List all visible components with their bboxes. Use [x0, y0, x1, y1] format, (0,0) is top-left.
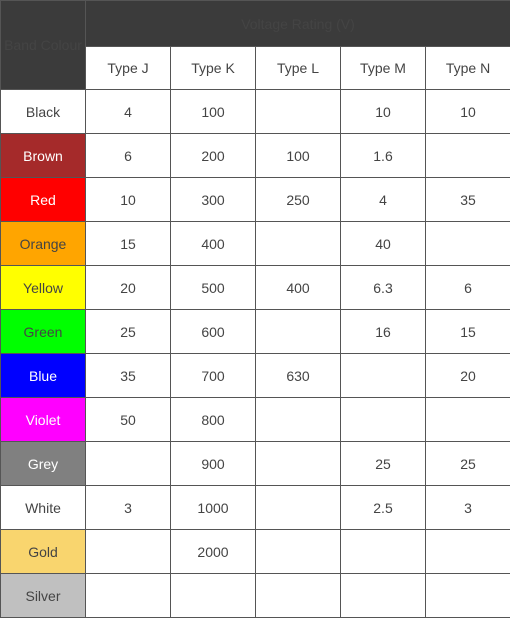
voltage-value-cell: 20: [86, 266, 171, 310]
band-colour-cell: Green: [1, 310, 86, 354]
voltage-value-cell: 10: [426, 90, 510, 134]
voltage-value-cell: 15: [426, 310, 510, 354]
voltage-value-cell: 35: [426, 178, 510, 222]
table-row: White310002.53: [1, 486, 510, 530]
voltage-value-cell: 200: [171, 134, 256, 178]
voltage-value-cell: 25: [341, 442, 426, 486]
voltage-value-cell: 4: [341, 178, 426, 222]
voltage-value-cell: 15: [86, 222, 171, 266]
voltage-value-cell: 2000: [171, 530, 256, 574]
voltage-value-cell: 2.5: [341, 486, 426, 530]
table-row: Grey 900 2525: [1, 442, 510, 486]
type-header-5: Type N: [426, 47, 510, 90]
table-row: Gold 2000: [1, 530, 510, 574]
voltage-value-cell: 400: [256, 266, 341, 310]
table-row: Violet50800: [1, 398, 510, 442]
voltage-value-cell: [426, 134, 510, 178]
voltage-value-cell: [256, 442, 341, 486]
voltage-value-cell: [426, 530, 510, 574]
band-colour-header: Band Colour: [1, 1, 86, 90]
voltage-value-cell: [171, 574, 256, 618]
voltage-value-cell: [256, 530, 341, 574]
voltage-value-cell: 500: [171, 266, 256, 310]
voltage-value-cell: [86, 530, 171, 574]
voltage-value-cell: 300: [171, 178, 256, 222]
band-colour-cell: Black: [1, 90, 86, 134]
band-colour-cell: Red: [1, 178, 86, 222]
voltage-value-cell: 40: [341, 222, 426, 266]
voltage-value-cell: 1.6: [341, 134, 426, 178]
band-colour-cell: Orange: [1, 222, 86, 266]
voltage-value-cell: [256, 222, 341, 266]
voltage-value-cell: [256, 310, 341, 354]
voltage-value-cell: [341, 354, 426, 398]
band-colour-cell: Silver: [1, 574, 86, 618]
voltage-value-cell: 700: [171, 354, 256, 398]
voltage-value-cell: 6: [86, 134, 171, 178]
voltage-value-cell: 3: [426, 486, 510, 530]
voltage-value-cell: 400: [171, 222, 256, 266]
voltage-value-cell: [256, 90, 341, 134]
band-colour-cell: Brown: [1, 134, 86, 178]
voltage-value-cell: 25: [426, 442, 510, 486]
voltage-value-cell: 900: [171, 442, 256, 486]
table-row: Brown62001001.6: [1, 134, 510, 178]
table-row: Blue35700630 20: [1, 354, 510, 398]
band-colour-cell: Yellow: [1, 266, 86, 310]
table-row: Silver: [1, 574, 510, 618]
voltage-value-cell: 600: [171, 310, 256, 354]
table-row: Orange15400 40: [1, 222, 510, 266]
band-colour-cell: White: [1, 486, 86, 530]
band-colour-cell: Gold: [1, 530, 86, 574]
table-row: Green25600 1615: [1, 310, 510, 354]
voltage-value-cell: [341, 530, 426, 574]
voltage-value-cell: [256, 574, 341, 618]
type-header-3: Type L: [256, 47, 341, 90]
voltage-value-cell: [86, 574, 171, 618]
voltage-value-cell: [426, 222, 510, 266]
voltage-value-cell: 100: [256, 134, 341, 178]
voltage-value-cell: [426, 398, 510, 442]
type-header-4: Type M: [341, 47, 426, 90]
voltage-rating-table: Band Colour Voltage Rating (V) Type JTyp…: [0, 0, 510, 618]
table-row: Black4100 1010: [1, 90, 510, 134]
voltage-value-cell: 250: [256, 178, 341, 222]
voltage-value-cell: 25: [86, 310, 171, 354]
voltage-value-cell: 20: [426, 354, 510, 398]
voltage-value-cell: 10: [86, 178, 171, 222]
type-header-2: Type K: [171, 47, 256, 90]
table-row: Yellow205004006.36: [1, 266, 510, 310]
voltage-value-cell: 800: [171, 398, 256, 442]
voltage-value-cell: 35: [86, 354, 171, 398]
band-colour-cell: Grey: [1, 442, 86, 486]
voltage-value-cell: 630: [256, 354, 341, 398]
voltage-value-cell: [341, 574, 426, 618]
voltage-value-cell: 6: [426, 266, 510, 310]
voltage-rating-header: Voltage Rating (V): [86, 1, 510, 47]
voltage-value-cell: [256, 486, 341, 530]
voltage-value-cell: [256, 398, 341, 442]
voltage-value-cell: [426, 574, 510, 618]
type-header-1: Type J: [86, 47, 171, 90]
voltage-value-cell: 6.3: [341, 266, 426, 310]
voltage-value-cell: 50: [86, 398, 171, 442]
voltage-value-cell: 4: [86, 90, 171, 134]
voltage-value-cell: [341, 398, 426, 442]
table-row: Red10300250435: [1, 178, 510, 222]
table-body: Black41001010Brown62001001.6Red103002504…: [1, 90, 510, 618]
voltage-value-cell: 16: [341, 310, 426, 354]
band-colour-cell: Violet: [1, 398, 86, 442]
voltage-value-cell: 1000: [171, 486, 256, 530]
voltage-value-cell: 10: [341, 90, 426, 134]
band-colour-cell: Blue: [1, 354, 86, 398]
voltage-value-cell: [86, 442, 171, 486]
voltage-value-cell: 3: [86, 486, 171, 530]
voltage-value-cell: 100: [171, 90, 256, 134]
